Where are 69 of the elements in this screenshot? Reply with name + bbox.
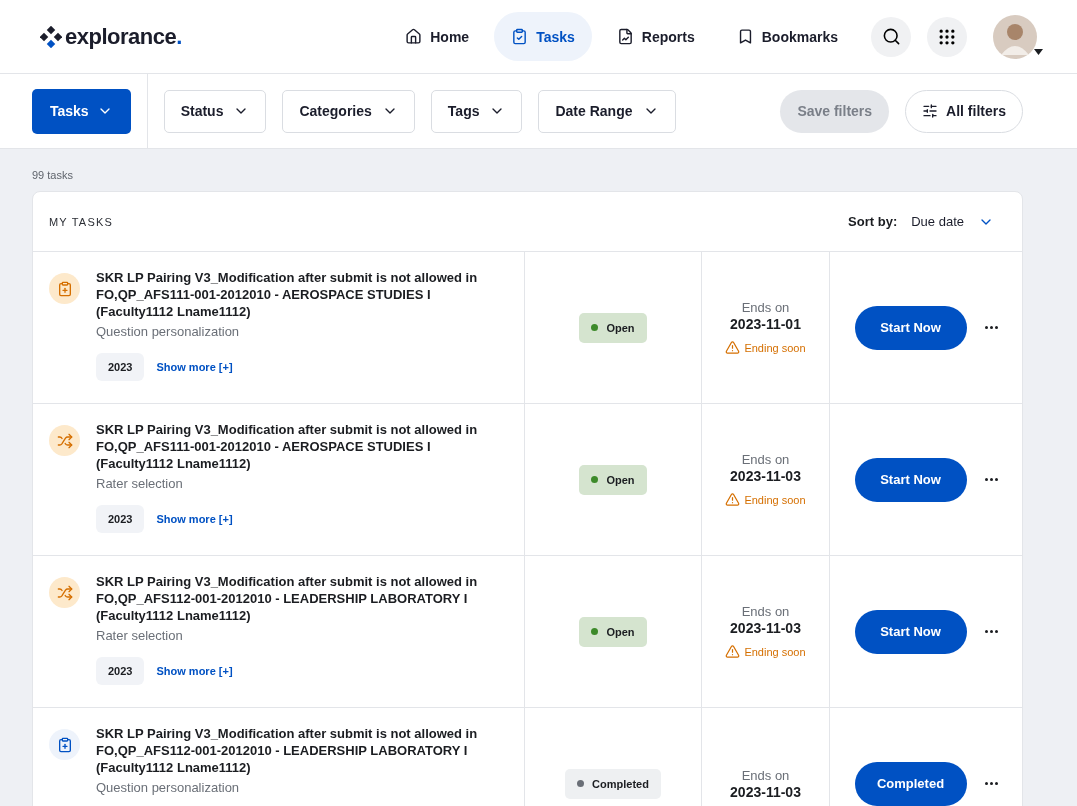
brand-name: explorance.	[65, 23, 182, 50]
start-button[interactable]: Completed	[854, 761, 967, 806]
clipboard-icon	[511, 28, 529, 45]
caret-icon	[1034, 48, 1043, 55]
ends-label: Ends on	[741, 767, 790, 783]
all-filters-button[interactable]: All filters	[905, 89, 1023, 133]
nav-tab[interactable]: Tasks	[494, 12, 592, 61]
logo-icon	[40, 25, 62, 48]
ellipsis-icon	[984, 782, 998, 785]
sort-dropdown[interactable]: Due date	[911, 213, 994, 230]
document-chart-icon	[616, 28, 634, 45]
more-options-button[interactable]	[984, 782, 998, 785]
sliders-icon	[922, 103, 939, 119]
ending-soon-text: Ending soon	[744, 645, 806, 658]
ending-soon-text: Ending soon	[744, 341, 806, 354]
task-count: 99 tasks	[32, 169, 74, 181]
search-icon	[881, 27, 901, 46]
task-title: SKR LP Pairing V3_Modification after submit is not allowed in FO,QP_AFS112-001-2012010 - LEADERSHIP LABORATORY I (Faculty1112 Lname1112)	[96, 725, 479, 776]
show-more-link[interactable]: Show more [+]	[156, 665, 233, 677]
year-tag: 2023	[96, 505, 145, 533]
search-button[interactable]	[871, 16, 911, 57]
task-type: Rater selection	[96, 476, 184, 491]
ending-soon-text: Ending soon	[744, 493, 806, 506]
filter-dropdown[interactable]: Categories	[282, 89, 415, 133]
warning-icon	[725, 644, 741, 659]
ellipsis-icon	[984, 630, 998, 633]
end-date: 2023-11-03	[730, 620, 801, 636]
status-badge: Open	[579, 312, 647, 343]
ellipsis-icon	[984, 478, 998, 481]
status-badge: Completed	[565, 768, 661, 799]
tasks-dropdown[interactable]: Tasks	[32, 88, 131, 134]
filter-dropdown[interactable]: Date Range	[538, 89, 676, 133]
task-title: SKR LP Pairing V3_Modification after submit is not allowed in FO,QP_AFS112-001-2012010 - LEADERSHIP LABORATORY I (Faculty1112 Lname1112)	[96, 573, 479, 624]
task-title: SKR LP Pairing V3_Modification after submit is not allowed in FO,QP_AFS111-001-2012010 - AEROSPACE STUDIES I (Faculty1112 Lname1112)	[96, 421, 479, 472]
end-date: 2023-11-03	[730, 468, 801, 484]
ends-label: Ends on	[741, 604, 790, 619]
more-options-button[interactable]	[984, 478, 998, 481]
ellipsis-icon	[984, 326, 998, 329]
task-title: SKR LP Pairing V3_Modification after submit is not allowed in FO,QP_AFS111-001-2012010 - AEROSPACE STUDIES I (Faculty1112 Lname1112)	[96, 269, 479, 320]
nav-tab[interactable]: Home	[388, 12, 487, 61]
filter-dropdown[interactable]: Status	[163, 89, 267, 133]
year-tag: 2023	[96, 657, 145, 685]
card-title: MY TASKS	[49, 215, 113, 228]
status-badge: Open	[579, 464, 647, 495]
show-more-link[interactable]: Show more [+]	[156, 513, 233, 525]
warning-icon	[725, 340, 741, 355]
task-type: Rater selection	[96, 628, 184, 643]
sort-label: Sort by:	[848, 214, 898, 229]
start-button[interactable]: Start Now	[854, 457, 967, 502]
start-button[interactable]: Start Now	[854, 305, 967, 350]
ends-label: Ends on	[741, 452, 790, 467]
more-options-button[interactable]	[984, 326, 998, 329]
nav-tab[interactable]: Reports	[599, 12, 712, 61]
filter-dropdown[interactable]: Tags	[430, 89, 523, 133]
show-more-link[interactable]: Show more [+]	[156, 361, 233, 373]
year-tag: 2023	[96, 353, 145, 381]
end-date: 2023-11-01	[730, 316, 801, 332]
nav-tab[interactable]: Bookmarks	[719, 12, 855, 61]
task-type: Question personalization	[96, 324, 241, 339]
apps-button[interactable]	[927, 16, 967, 57]
more-options-button[interactable]	[984, 630, 998, 633]
avatar[interactable]	[993, 14, 1037, 59]
warning-icon	[725, 492, 741, 507]
task-type: Question personalization	[96, 780, 241, 795]
status-badge: Open	[579, 616, 647, 647]
start-button[interactable]: Start Now	[854, 609, 967, 654]
ends-label: Ends on	[741, 300, 790, 315]
end-date: 2023-11-03	[730, 783, 801, 800]
home-icon	[405, 28, 423, 45]
